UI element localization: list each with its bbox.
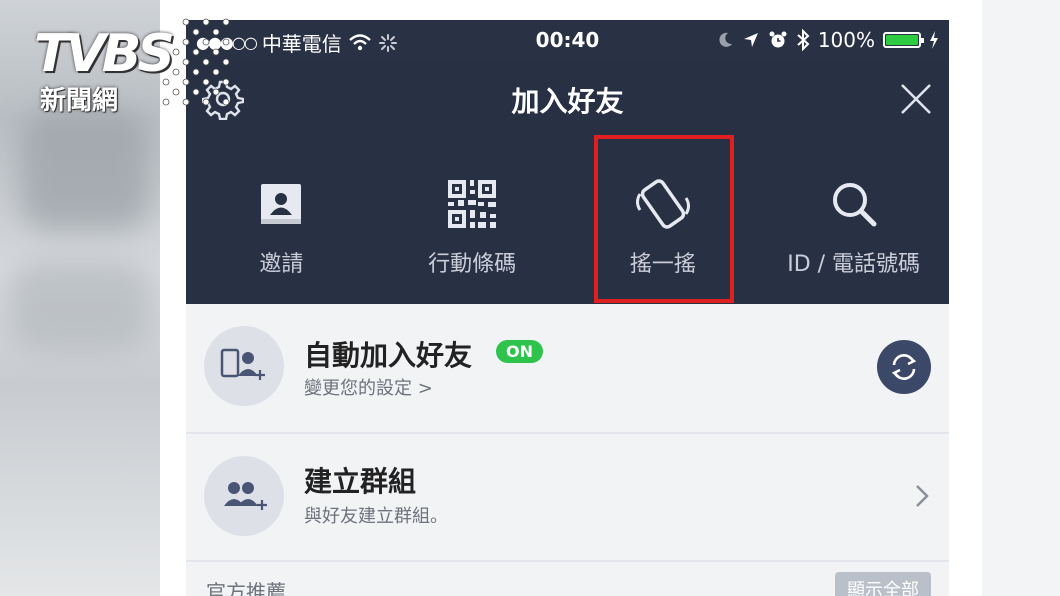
close-icon[interactable] bbox=[897, 80, 935, 118]
tab-invite[interactable]: 邀請 bbox=[186, 138, 377, 304]
blurred-background-right bbox=[982, 0, 1060, 596]
page-title: 加入好友 bbox=[511, 85, 624, 118]
chevron-right-icon[interactable] bbox=[911, 476, 933, 516]
battery-icon bbox=[883, 32, 924, 48]
tab-id-phone-search[interactable]: ID / 電話號碼 bbox=[758, 138, 949, 304]
nav-header: 加入好友 bbox=[186, 60, 949, 138]
tvbs-logo: TVBS 新聞網 bbox=[28, 14, 230, 116]
contact-card-icon bbox=[261, 184, 302, 224]
tab-label: ID / 電話號碼 bbox=[787, 252, 921, 277]
highlight-annotation-box bbox=[594, 135, 734, 303]
bluetooth-icon bbox=[797, 29, 810, 51]
group-icon bbox=[204, 456, 284, 536]
status-bar: ●●●○○ 中華電信 00:40 bbox=[186, 20, 949, 60]
alarm-clock-icon bbox=[769, 31, 787, 48]
qr-code-icon bbox=[448, 180, 497, 228]
row-title: 建立群組 bbox=[304, 465, 417, 498]
tab-qr-code[interactable]: 行動條碼 bbox=[377, 138, 568, 304]
phone-screen: ●●●○○ 中華電信 00:40 bbox=[186, 20, 949, 596]
logo-brand: TVBS bbox=[34, 24, 175, 84]
row-subtitle-link[interactable]: 變更您的設定 > bbox=[304, 374, 433, 400]
section-label-official: 官方推薦 bbox=[206, 580, 286, 596]
show-all-button[interactable]: 顯示全部 bbox=[835, 572, 931, 596]
blurred-shape bbox=[10, 260, 150, 350]
status-right: 100% bbox=[716, 28, 939, 52]
sync-button[interactable] bbox=[877, 340, 931, 394]
auto-add-friends-icon bbox=[204, 326, 284, 406]
on-status-badge: ON bbox=[496, 340, 543, 363]
logo-subtitle: 新聞網 bbox=[40, 86, 119, 116]
create-group-row[interactable]: 建立群組 與好友建立群組。 bbox=[186, 434, 949, 562]
blurred-shape bbox=[20, 110, 150, 230]
row-title: 自動加入好友 bbox=[304, 339, 473, 372]
search-icon bbox=[832, 183, 877, 227]
add-friend-tabs: 邀請 行動條碼 搖一搖 ID / 電話號碼 bbox=[186, 138, 949, 304]
moon-icon bbox=[719, 32, 732, 47]
refresh-icon bbox=[891, 354, 917, 380]
tab-label: 邀請 bbox=[259, 252, 304, 277]
row-subtitle: 與好友建立群組。 bbox=[304, 506, 448, 527]
auto-add-friends-row[interactable]: 自動加入好友 ON 變更您的設定 > bbox=[186, 304, 949, 434]
charging-bolt-icon bbox=[930, 31, 938, 49]
location-arrow-icon bbox=[743, 33, 758, 47]
battery-percent: 100% bbox=[817, 28, 875, 52]
tab-label: 行動條碼 bbox=[428, 252, 517, 277]
